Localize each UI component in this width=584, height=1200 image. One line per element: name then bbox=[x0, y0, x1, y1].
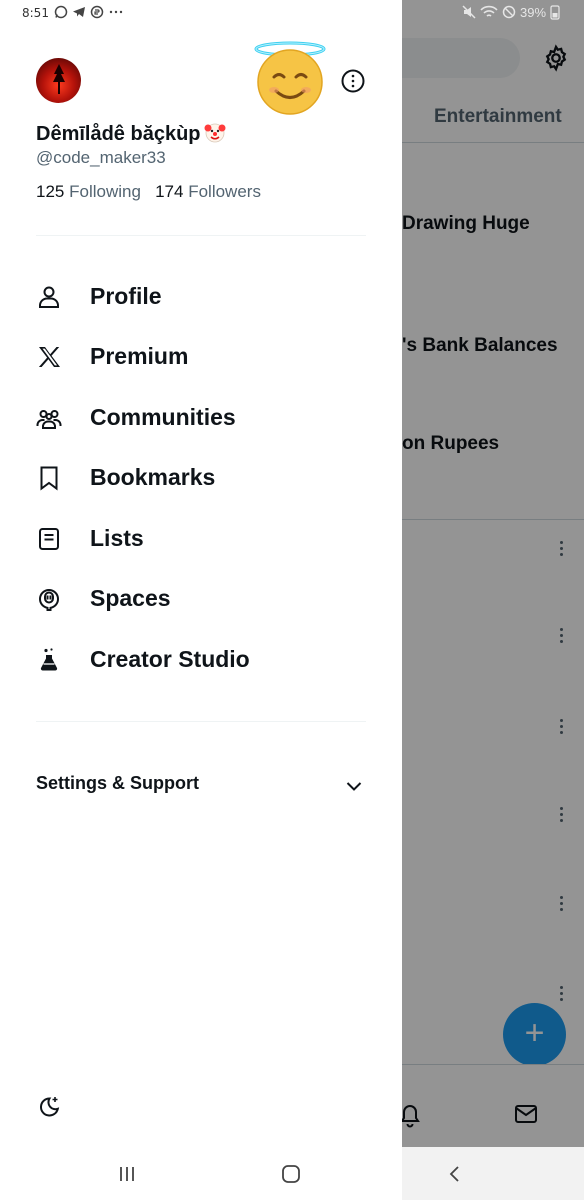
x-logo-icon bbox=[38, 347, 60, 367]
menu-item-bookmarks[interactable]: Bookmarks bbox=[0, 449, 402, 509]
menu-label: Communities bbox=[90, 404, 236, 430]
do-not-disturb-icon bbox=[502, 5, 516, 19]
divider bbox=[36, 235, 366, 236]
navbar-dimmed-area bbox=[402, 1147, 584, 1200]
menu-label: Lists bbox=[90, 525, 144, 551]
battery-percentage: 39% bbox=[520, 4, 547, 20]
status-time: 8:51 bbox=[22, 6, 49, 20]
flask-icon bbox=[40, 648, 58, 671]
wifi-icon bbox=[480, 5, 498, 17]
menu-label: Profile bbox=[90, 283, 162, 309]
dark-mode-moon-icon[interactable] bbox=[36, 1094, 62, 1120]
menu-label: Bookmarks bbox=[90, 464, 216, 490]
divider bbox=[36, 721, 366, 722]
status-app-icons bbox=[54, 5, 124, 19]
menu-item-premium[interactable]: Premium bbox=[0, 328, 402, 388]
menu-label: Spaces bbox=[90, 585, 171, 611]
settings-and-support-toggle[interactable]: Settings & Support bbox=[0, 762, 402, 806]
menu-item-spaces[interactable]: Spaces bbox=[0, 570, 402, 630]
avatar[interactable] bbox=[36, 58, 81, 103]
followers-count: 174 bbox=[155, 182, 184, 201]
followers-label: Followers bbox=[188, 182, 261, 201]
following-label: Following bbox=[69, 182, 141, 201]
menu-item-communities[interactable]: Communities bbox=[0, 389, 402, 449]
telegram-icon bbox=[73, 7, 85, 17]
recent-apps-icon[interactable] bbox=[118, 1165, 136, 1183]
status-indicators: 39% bbox=[462, 4, 560, 20]
communities-icon bbox=[36, 410, 62, 429]
follow-stats: 125 Following 174 Followers bbox=[36, 182, 261, 202]
account-options-icon[interactable] bbox=[340, 68, 366, 94]
menu-item-creator-studio[interactable]: Creator Studio bbox=[0, 631, 402, 691]
home-icon[interactable] bbox=[281, 1164, 301, 1184]
mute-icon bbox=[462, 5, 476, 19]
menu-label: Premium bbox=[90, 343, 189, 369]
followers-link[interactable]: 174 Followers bbox=[155, 182, 261, 201]
whatsapp-icon bbox=[54, 5, 68, 19]
more-notifications-icon bbox=[109, 10, 123, 14]
navigation-drawer: Dêmīlådê băçkùp @code_maker33 125 Follow… bbox=[0, 0, 402, 1147]
profile-display-name[interactable]: Dêmīlådê băçkùp bbox=[36, 121, 226, 146]
system-navigation-bar bbox=[0, 1147, 584, 1200]
avatar-image bbox=[53, 64, 65, 94]
halo-emoji-sticker bbox=[254, 41, 326, 115]
settings-label: Settings & Support bbox=[36, 773, 199, 793]
menu-item-profile[interactable]: Profile bbox=[0, 268, 402, 328]
status-bar: 8:51 39% bbox=[0, 0, 584, 28]
menu-item-lists[interactable]: Lists bbox=[0, 510, 402, 570]
following-count: 125 bbox=[36, 182, 65, 201]
list-icon bbox=[39, 528, 59, 550]
chevron-down-icon bbox=[346, 782, 362, 791]
following-link[interactable]: 125 Following bbox=[36, 182, 141, 201]
profile-handle: @code_maker33 bbox=[36, 148, 166, 167]
clown-emoji-icon bbox=[204, 123, 226, 143]
person-icon bbox=[39, 286, 59, 308]
battery-icon bbox=[550, 5, 560, 20]
whatsapp-business-icon bbox=[90, 5, 104, 19]
back-icon[interactable] bbox=[446, 1164, 464, 1184]
menu-label: Creator Studio bbox=[90, 646, 250, 672]
drawer-scrim-overlay[interactable] bbox=[402, 0, 584, 1147]
spaces-mic-icon bbox=[38, 589, 60, 611]
bookmark-icon bbox=[40, 466, 58, 491]
display-name-text: Dêmīlådê băçkùp bbox=[36, 123, 201, 145]
